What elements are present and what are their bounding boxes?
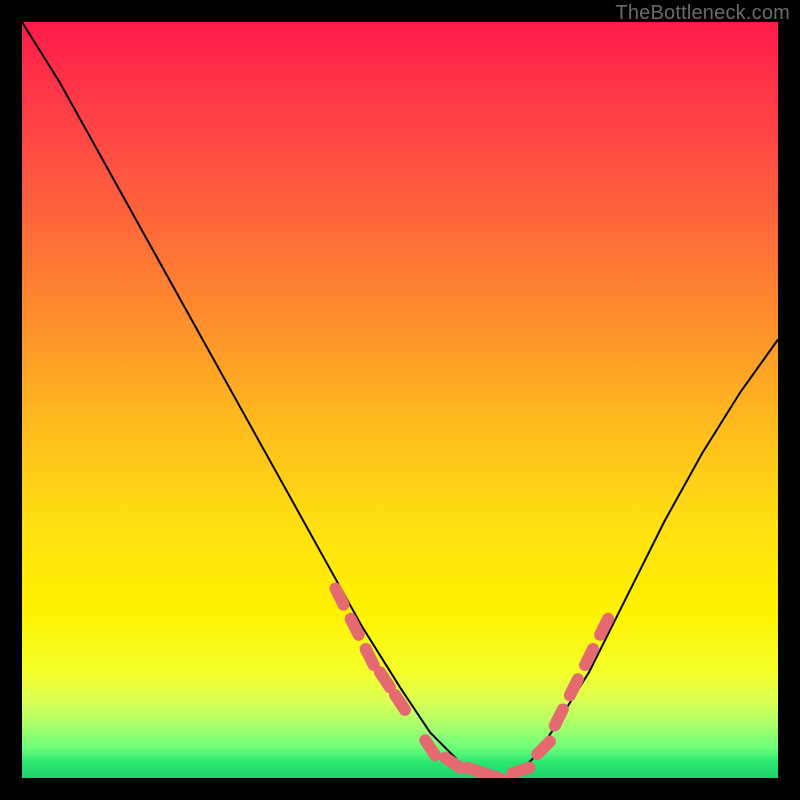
watermark-text: TheBottleneck.com (615, 2, 790, 25)
highlight-dot (570, 679, 578, 695)
highlight-dot (537, 741, 550, 754)
highlight-dot (555, 710, 563, 726)
highlight-dot (445, 758, 460, 768)
highlight-dot (425, 740, 435, 755)
highlight-dot (366, 649, 374, 665)
highlight-dot (467, 768, 484, 774)
highlight-dot (490, 775, 507, 778)
curve-layer (22, 22, 778, 778)
marker-group (336, 589, 609, 779)
highlight-dot (512, 768, 529, 774)
highlight-dot (336, 589, 344, 605)
highlight-dot (600, 619, 608, 635)
plot-area (22, 22, 778, 778)
bottleneck-curve (22, 22, 778, 778)
chart-frame: TheBottleneck.com (0, 0, 800, 800)
highlight-dot (395, 695, 405, 710)
highlight-dot (380, 672, 390, 687)
highlight-dot (351, 619, 359, 635)
highlight-dot (585, 649, 593, 665)
